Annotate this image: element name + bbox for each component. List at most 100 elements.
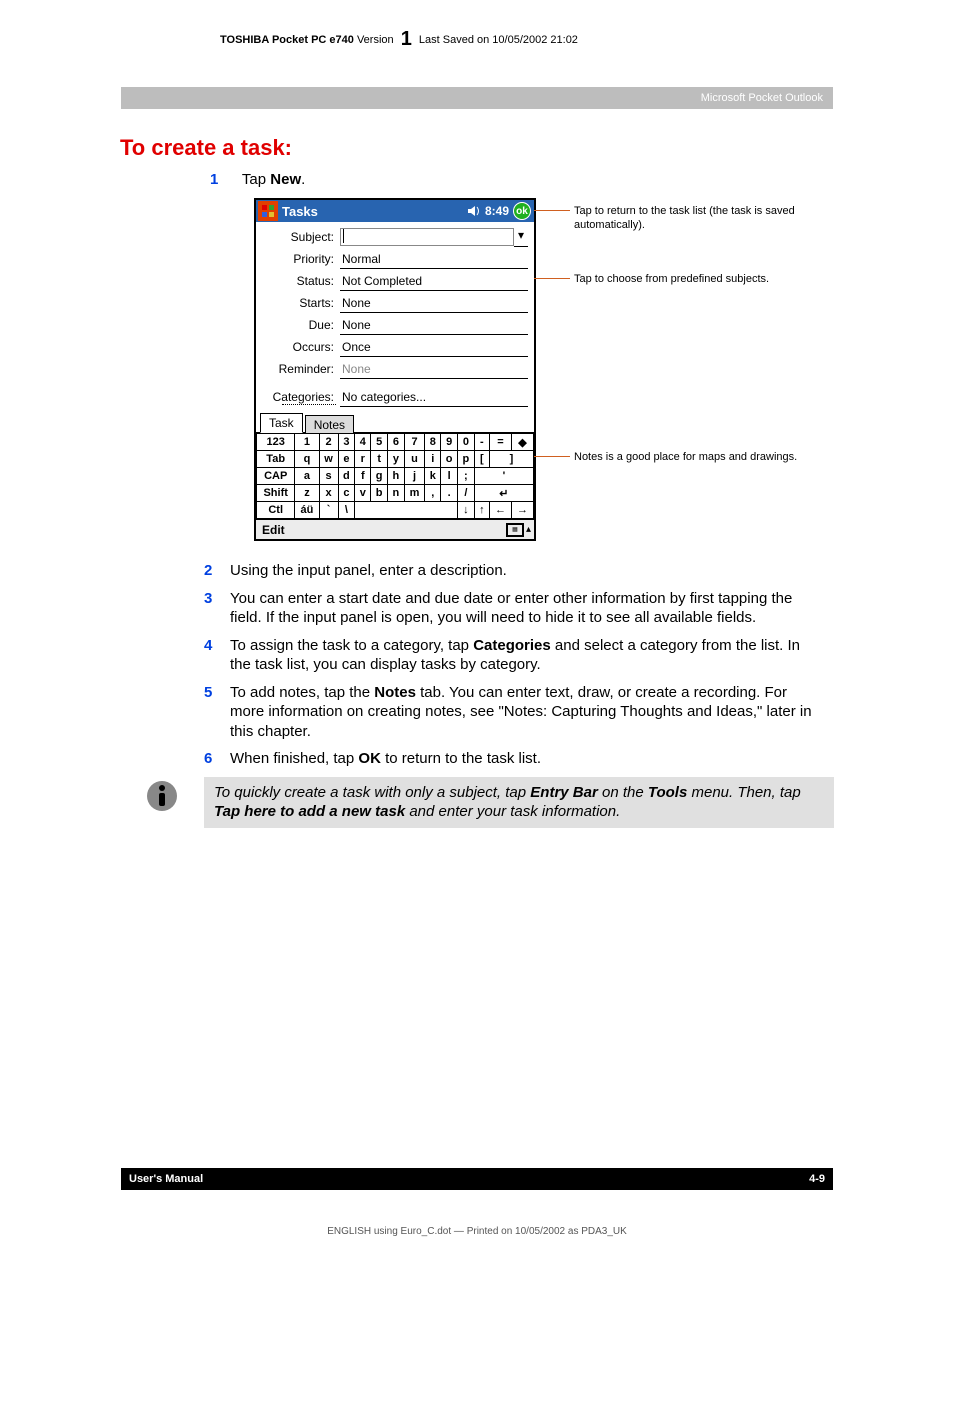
key[interactable]: r [355, 451, 371, 468]
step-4-text: To assign the task to a category, tap Ca… [230, 636, 834, 675]
ok-button[interactable]: ok [513, 202, 531, 220]
ss-body: Subject: ▾ Priority: Normal Status: Not … [256, 222, 534, 412]
step-6: 6 When finished, tap OK to return to the… [120, 749, 834, 769]
ss-time: 8:49 [485, 204, 509, 218]
step-1-bold: New [270, 171, 301, 188]
key[interactable]: 7 [404, 434, 424, 451]
edit-menu[interactable]: Edit [256, 523, 506, 537]
key[interactable]: k [425, 468, 441, 485]
categories-value[interactable]: No categories... [340, 388, 528, 407]
soft-keyboard[interactable]: 123 1 2 3 4 5 6 7 8 9 0 - = [256, 433, 534, 519]
key[interactable]: c [338, 485, 355, 502]
key[interactable]: l [441, 468, 458, 485]
key[interactable]: i [425, 451, 441, 468]
key[interactable]: 123 [257, 434, 295, 451]
page-header: TOSHIBA Pocket PC e740 Version 1 Last Sa… [0, 0, 954, 57]
key-space[interactable] [355, 502, 458, 519]
starts-value[interactable]: None [340, 294, 528, 313]
key[interactable]: 6 [388, 434, 405, 451]
key[interactable]: g [371, 468, 388, 485]
key[interactable]: ↓ [458, 502, 475, 519]
occurs-value[interactable]: Once [340, 338, 528, 357]
key[interactable]: ' [474, 468, 533, 485]
occurs-label: Occurs: [262, 340, 340, 354]
print-line: ENGLISH using Euro_C.dot — Printed on 10… [0, 1226, 954, 1237]
tab-notes[interactable]: Notes [305, 415, 354, 433]
key[interactable]: h [388, 468, 405, 485]
key[interactable]: 3 [338, 434, 355, 451]
key[interactable]: 9 [441, 434, 458, 451]
categories-label: Categories: [262, 390, 340, 404]
key[interactable]: f [355, 468, 371, 485]
key[interactable]: z [295, 485, 319, 502]
callout-1: Tap to return to the task list (the task… [574, 204, 834, 233]
key[interactable]: Ctl [257, 502, 295, 519]
key[interactable]: / [458, 485, 475, 502]
reminder-value[interactable]: None [340, 360, 528, 379]
key[interactable]: u [404, 451, 424, 468]
key[interactable]: 2 [319, 434, 338, 451]
key[interactable]: ← [490, 502, 512, 519]
key[interactable]: Tab [257, 451, 295, 468]
key[interactable]: [ [474, 451, 489, 468]
subject-input[interactable] [340, 228, 514, 246]
key[interactable]: 1 [295, 434, 319, 451]
key[interactable]: d [338, 468, 355, 485]
key[interactable]: Shift [257, 485, 295, 502]
step-5-num: 5 [204, 683, 230, 742]
key[interactable]: m [404, 485, 424, 502]
key[interactable]: ◆ [511, 434, 533, 451]
key[interactable]: v [355, 485, 371, 502]
key[interactable]: p [458, 451, 475, 468]
key[interactable]: 8 [425, 434, 441, 451]
sip-up-icon[interactable]: ▴ [526, 524, 531, 535]
key[interactable]: s [319, 468, 338, 485]
status-label: Status: [262, 274, 340, 288]
steps-list: 2 Using the input panel, enter a descrip… [120, 561, 834, 769]
step-1-post: . [301, 171, 305, 188]
key[interactable]: ; [458, 468, 475, 485]
key[interactable]: → [511, 502, 533, 519]
key[interactable]: 4 [355, 434, 371, 451]
status-value[interactable]: Not Completed [340, 272, 528, 291]
key[interactable]: , [425, 485, 441, 502]
key[interactable]: e [338, 451, 355, 468]
key[interactable]: ↑ [474, 502, 489, 519]
key[interactable]: y [388, 451, 405, 468]
subject-dropdown-icon[interactable]: ▾ [514, 228, 528, 247]
key[interactable]: t [371, 451, 388, 468]
key[interactable]: . [441, 485, 458, 502]
key[interactable]: CAP [257, 468, 295, 485]
key[interactable]: b [371, 485, 388, 502]
speaker-icon[interactable] [467, 205, 481, 217]
due-value[interactable]: None [340, 316, 528, 335]
key[interactable]: o [441, 451, 458, 468]
step-6-num: 6 [204, 749, 230, 769]
step-2-num: 2 [204, 561, 230, 581]
key[interactable]: ↵ [474, 485, 533, 502]
key[interactable]: - [474, 434, 489, 451]
key[interactable]: 0 [458, 434, 475, 451]
tab-task[interactable]: Task [260, 413, 303, 433]
key[interactable]: j [404, 468, 424, 485]
ss-title-bar: Tasks 8:49 ok [256, 200, 534, 222]
info-icon [120, 777, 204, 828]
key[interactable]: x [319, 485, 338, 502]
start-icon[interactable] [258, 201, 278, 221]
key[interactable]: q [295, 451, 319, 468]
key[interactable]: a [295, 468, 319, 485]
section-bar: Microsoft Pocket Outlook [121, 87, 833, 109]
header-version-word: Version [357, 34, 394, 46]
key[interactable]: 5 [371, 434, 388, 451]
key[interactable]: = [490, 434, 512, 451]
step-5-text: To add notes, tap the Notes tab. You can… [230, 683, 834, 742]
key[interactable]: ` [319, 502, 338, 519]
key[interactable]: n [388, 485, 405, 502]
key[interactable]: \ [338, 502, 355, 519]
key[interactable]: áü [295, 502, 319, 519]
priority-value[interactable]: Normal [340, 250, 528, 269]
sip-icon[interactable]: ▦ [506, 523, 524, 537]
key[interactable]: w [319, 451, 338, 468]
key[interactable]: ] [490, 451, 534, 468]
step-4: 4 To assign the task to a category, tap … [120, 636, 834, 675]
